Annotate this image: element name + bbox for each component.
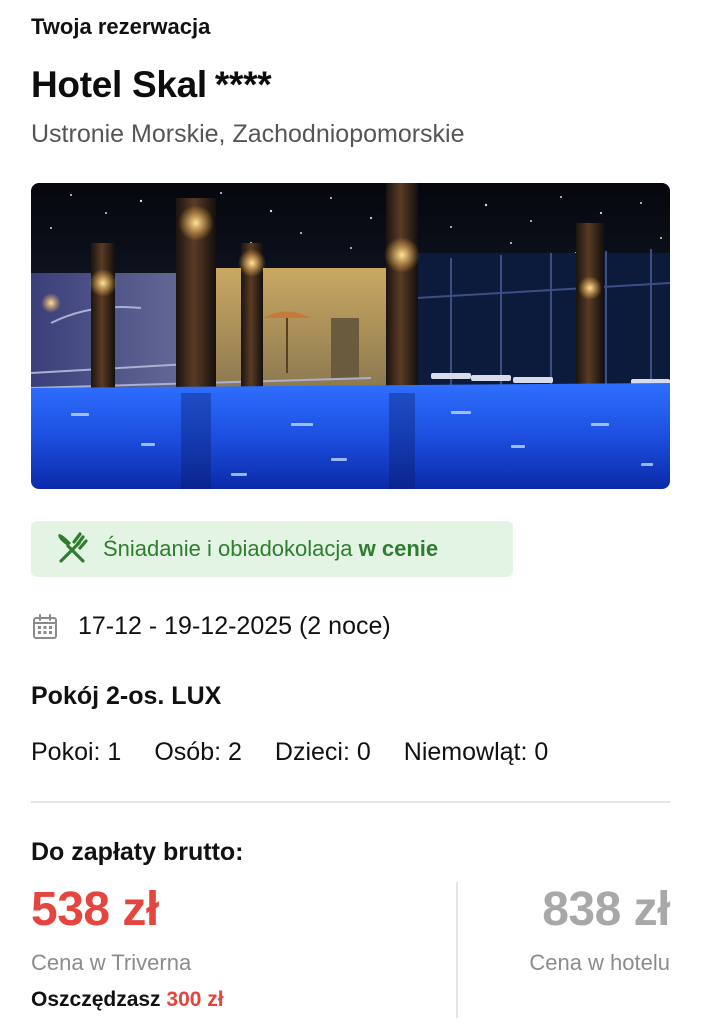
meal-plan-text: Śniadanie i obiadokolacja w cenie bbox=[103, 536, 438, 562]
meal-plan-badge: Śniadanie i obiadokolacja w cenie bbox=[31, 521, 513, 577]
savings-label: Oszczędzasz bbox=[31, 988, 161, 1011]
price-triverna-label: Cena w Triverna bbox=[31, 950, 192, 975]
stay-dates-text: 17-12 - 19-12-2025 (2 noce) bbox=[78, 612, 391, 640]
meal-plan-included: w cenie bbox=[358, 536, 439, 561]
hotel-name: Hotel Skal bbox=[31, 64, 207, 105]
children-count: Dzieci: 0 bbox=[274, 738, 371, 766]
adults-count: Osób: 2 bbox=[154, 738, 242, 766]
total-label: Do zapłaty brutto: bbox=[31, 838, 244, 866]
savings-line: Oszczędzasz 300 zł bbox=[31, 988, 224, 1012]
section-heading: Twoja rezerwacja bbox=[31, 14, 211, 39]
guest-counts: Pokoi: 1 Osób: 2 Dzieci: 0 Niemowląt: 0 bbox=[31, 738, 548, 767]
price-hotel-label: Cena w hotelu bbox=[529, 950, 670, 975]
rooms-count: Pokoi: 1 bbox=[31, 738, 122, 766]
price-divider bbox=[456, 882, 458, 1018]
savings-amount: 300 zł bbox=[166, 988, 224, 1011]
hotel-location: Ustronie Morskie, Zachodniopomorskie bbox=[31, 120, 465, 148]
hotel-title: Hotel Skal **** bbox=[31, 64, 272, 106]
hotel-stars: **** bbox=[214, 64, 272, 105]
hotel-photo bbox=[31, 183, 670, 489]
stay-dates: 17-12 - 19-12-2025 (2 noce) bbox=[31, 612, 391, 641]
divider bbox=[31, 801, 670, 803]
calendar-icon bbox=[33, 613, 57, 639]
infants-count: Niemowląt: 0 bbox=[403, 738, 549, 766]
room-type: Pokój 2-os. LUX bbox=[31, 682, 222, 710]
meal-plan-name: Śniadanie i obiadokolacja bbox=[103, 536, 353, 561]
price-hotel: 838 zł bbox=[542, 883, 670, 936]
fork-knife-icon bbox=[58, 532, 88, 563]
price-triverna: 538 zł bbox=[31, 883, 159, 936]
